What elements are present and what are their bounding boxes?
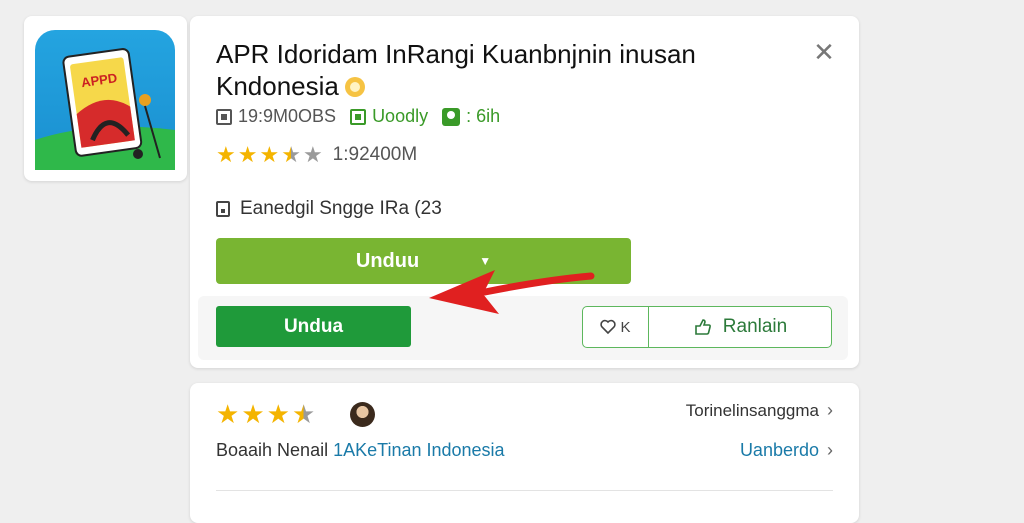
rating-row: ★ ★ ★ ★ ★ 1:92400M — [216, 144, 417, 166]
meta-row: 19:9M0OBS Uoodly : 6ih — [216, 106, 500, 127]
chevron-right-icon: › — [827, 440, 833, 460]
share-icon — [694, 319, 711, 335]
heart-icon — [600, 319, 617, 335]
avatar — [350, 402, 375, 427]
annotation-arrow — [429, 270, 595, 314]
favorite-label: K — [620, 318, 631, 336]
emoji-icon — [344, 77, 365, 97]
download-label: Undua — [283, 315, 344, 337]
review-link-2[interactable]: Uanberdo › — [740, 440, 833, 461]
review-stars: ★ ★ ★ ★ — [216, 401, 315, 427]
download-button[interactable]: Undua — [216, 306, 411, 347]
info-row: Eanedgil Sngge IRa (23 — [216, 198, 442, 220]
info-icon — [216, 201, 230, 217]
download-dropdown-label: Unduu — [355, 249, 420, 272]
app-title: APR Idoridam InRangi Kuanbnjnin inusan Kn… — [216, 38, 776, 102]
secondary-actions: K Ranlain — [582, 306, 832, 348]
age-icon — [442, 107, 461, 126]
review-link-2-label: Uanberdo — [739, 440, 819, 460]
star-icon: ★ — [302, 142, 323, 167]
app-category: Uoodly — [372, 106, 429, 126]
star-icon: ★ — [241, 399, 265, 429]
star-icon: ★ — [216, 399, 240, 429]
star-icon: ★ — [237, 142, 258, 167]
review-card: ★ ★ ★ ★ Torinelinsanggma › Boaaih Nenail… — [190, 383, 859, 523]
review-text-prefix: Boaaih Nenail — [216, 440, 334, 460]
share-button[interactable]: Ranlain — [649, 307, 831, 347]
category-icon — [350, 108, 367, 125]
star-icon: ★ — [291, 399, 316, 429]
app-age: : 6ih — [466, 106, 501, 126]
chevron-right-icon: › — [827, 400, 833, 420]
rating-count: 1:92400M — [332, 144, 418, 165]
category-meta: Uoodly — [350, 106, 428, 127]
app-icon: APPD — [35, 30, 175, 170]
review-link-1-label: Torinelinsanggma — [685, 400, 819, 420]
close-icon: ✕ — [813, 37, 835, 67]
info-text: Eanedgil Sngge IRa (23 — [240, 198, 442, 219]
app-size: 19:9M0OBS — [238, 106, 337, 126]
age-meta: : 6ih — [442, 106, 500, 127]
app-icon-card: APPD — [24, 16, 187, 181]
storage-meta: 19:9M0OBS — [216, 106, 336, 127]
star-icon: ★ — [281, 142, 301, 167]
star-icon: ★ — [266, 399, 290, 429]
divider — [216, 490, 833, 491]
review-text: Boaaih Nenail 1AKeTinan Indonesia — [216, 440, 505, 461]
share-label: Ranlain — [722, 316, 788, 337]
review-link-1[interactable]: Torinelinsanggma › — [686, 400, 833, 421]
star-icon: ★ — [259, 142, 280, 167]
storage-icon — [216, 108, 232, 125]
app-title-line2: Kndonesia — [216, 71, 339, 101]
review-text-link[interactable]: 1AKeTinan Indonesia — [333, 440, 504, 460]
star-icon: ★ — [216, 142, 236, 167]
app-title-line1: APR Idoridam InRangi Kuanbnjnin inusan — [216, 39, 696, 69]
close-button[interactable]: ✕ — [810, 38, 838, 66]
